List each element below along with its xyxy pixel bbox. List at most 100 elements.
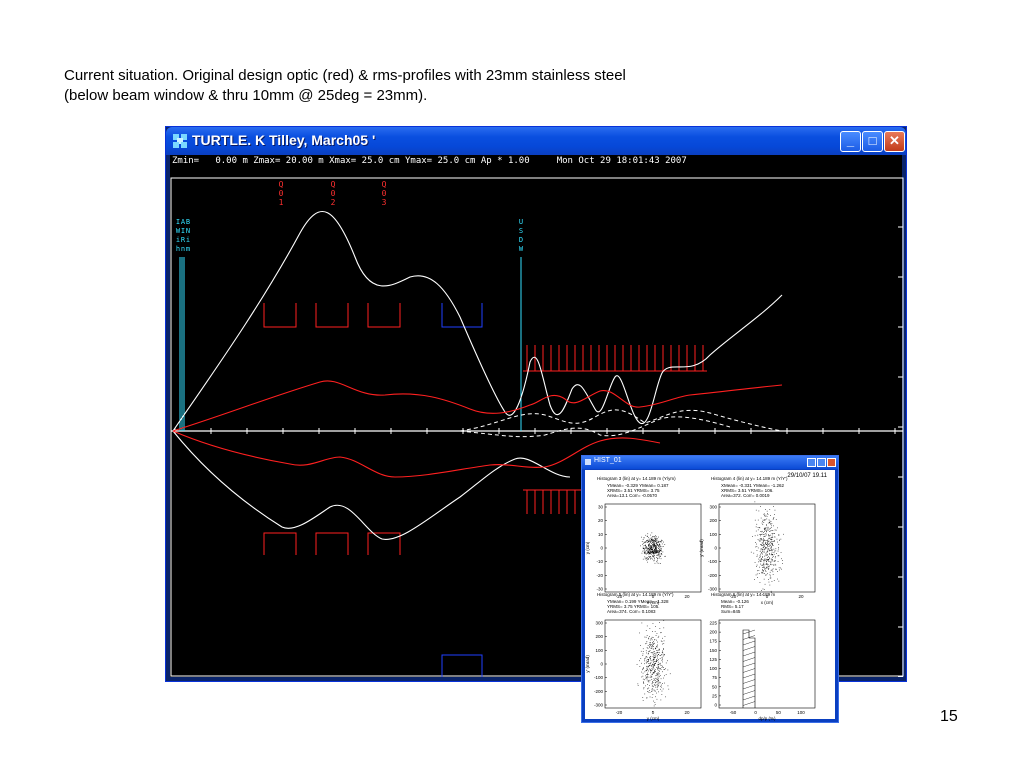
scatter-point: [769, 538, 770, 539]
window-label-char: n: [181, 245, 185, 253]
scatter-point: [657, 552, 658, 553]
scatter-point: [653, 646, 654, 647]
scatter-point: [776, 553, 777, 554]
scatter-point: [762, 559, 764, 560]
scatter-point: [659, 545, 661, 547]
scatter-point: [642, 546, 644, 548]
scatter-point: [643, 688, 645, 690]
scatter-point: [646, 625, 648, 627]
scatter-point: [647, 557, 648, 559]
scatter-point: [776, 568, 777, 570]
scatter-point: [759, 551, 761, 552]
scatter-point: [780, 567, 781, 569]
scatter-point: [650, 558, 651, 560]
scatter-point: [662, 653, 664, 655]
scatter-point: [766, 561, 767, 563]
histogram-close-button[interactable]: [827, 458, 836, 467]
scatter-point: [650, 670, 652, 672]
scatter-point: [771, 554, 773, 555]
scatter-point: [647, 674, 648, 675]
scatter-point: [757, 534, 759, 536]
scatter-point: [647, 666, 649, 668]
close-button[interactable]: ✕: [884, 131, 905, 152]
scatter-point: [654, 651, 655, 652]
scatter-point: [768, 581, 770, 583]
scatter-point: [775, 529, 777, 531]
scatter-point: [649, 549, 650, 550]
histogram-maximize-button[interactable]: [817, 458, 826, 467]
scatter-point: [645, 552, 646, 554]
scatter-point: [655, 539, 657, 541]
scatter-point: [767, 573, 768, 575]
magnet-label-char: 2: [331, 198, 336, 207]
scatter-point: [662, 546, 664, 547]
scatter-point: [654, 647, 656, 649]
scatter-point: [764, 558, 766, 560]
scatter-point: [763, 546, 765, 548]
scatter-point: [658, 562, 660, 564]
scatter-point: [637, 683, 639, 685]
scatter-point: [661, 667, 663, 668]
scatter-point: [756, 556, 758, 557]
scatter-point: [650, 657, 651, 659]
scatter-point: [769, 574, 771, 576]
minimize-button[interactable]: _: [840, 131, 861, 152]
scatter-point: [661, 686, 662, 688]
scatter-point: [649, 544, 651, 546]
scatter-point: [763, 578, 765, 580]
scatter-point: [649, 553, 650, 554]
histogram-xlabel: x (cm): [761, 600, 774, 605]
scatter-point: [651, 549, 652, 551]
maximize-button[interactable]: □: [862, 131, 883, 152]
scatter-point: [647, 672, 648, 674]
scatter-point: [644, 551, 646, 552]
scatter-point: [665, 668, 666, 670]
scatter-point: [642, 653, 644, 655]
scatter-point: [770, 534, 771, 536]
scatter-point: [765, 569, 766, 571]
scatter-point: [655, 551, 656, 553]
scatter-point: [770, 564, 771, 565]
scatter-point: [768, 543, 770, 545]
histogram-window[interactable]: HIST_01 29/10/07 19.11 Histogram 3 (lin)…: [581, 455, 839, 723]
scatter-point: [662, 661, 663, 663]
scatter-point: [757, 547, 759, 549]
scatter-point: [781, 568, 782, 570]
histogram-window-title: HIST_01: [594, 457, 622, 464]
window-titlebar[interactable]: TURTLE. K Tilley, March05 ' _ □ ✕: [166, 127, 906, 155]
histogram-titlebar[interactable]: HIST_01: [582, 456, 838, 469]
histogram-minimize-button[interactable]: [807, 458, 816, 467]
histogram-ytick: -300: [594, 703, 604, 708]
scatter-point: [650, 677, 652, 678]
scatter-point: [653, 672, 654, 674]
scatter-point: [642, 543, 643, 545]
scatter-point: [772, 569, 773, 571]
scatter-point: [651, 540, 653, 541]
scatter-point: [655, 546, 656, 548]
scatter-point: [759, 534, 761, 535]
scatter-point: [762, 543, 764, 545]
scatter-point: [770, 562, 772, 564]
scatter-point: [766, 524, 767, 526]
scatter-point: [657, 551, 659, 553]
scatter-point: [659, 546, 661, 548]
scatter-point: [651, 697, 653, 698]
scatter-point: [639, 632, 640, 634]
scatter-point: [650, 554, 652, 555]
scatter-point: [769, 565, 770, 567]
scatter-point: [750, 551, 752, 553]
scatter-point: [766, 516, 768, 517]
histogram-ytick: -200: [594, 689, 604, 694]
scatter-point: [661, 641, 663, 642]
scatter-point: [657, 637, 659, 638]
scatter-point: [653, 654, 655, 656]
histogram-ytick: -200: [708, 573, 718, 578]
scatter-point: [646, 547, 648, 548]
scatter-point: [663, 643, 665, 644]
scatter-point: [773, 518, 774, 519]
scatter-point: [777, 561, 779, 562]
scatter-point: [648, 552, 650, 554]
scatter-point: [767, 548, 769, 549]
scatter-point: [761, 572, 763, 574]
scatter-point: [642, 539, 644, 540]
